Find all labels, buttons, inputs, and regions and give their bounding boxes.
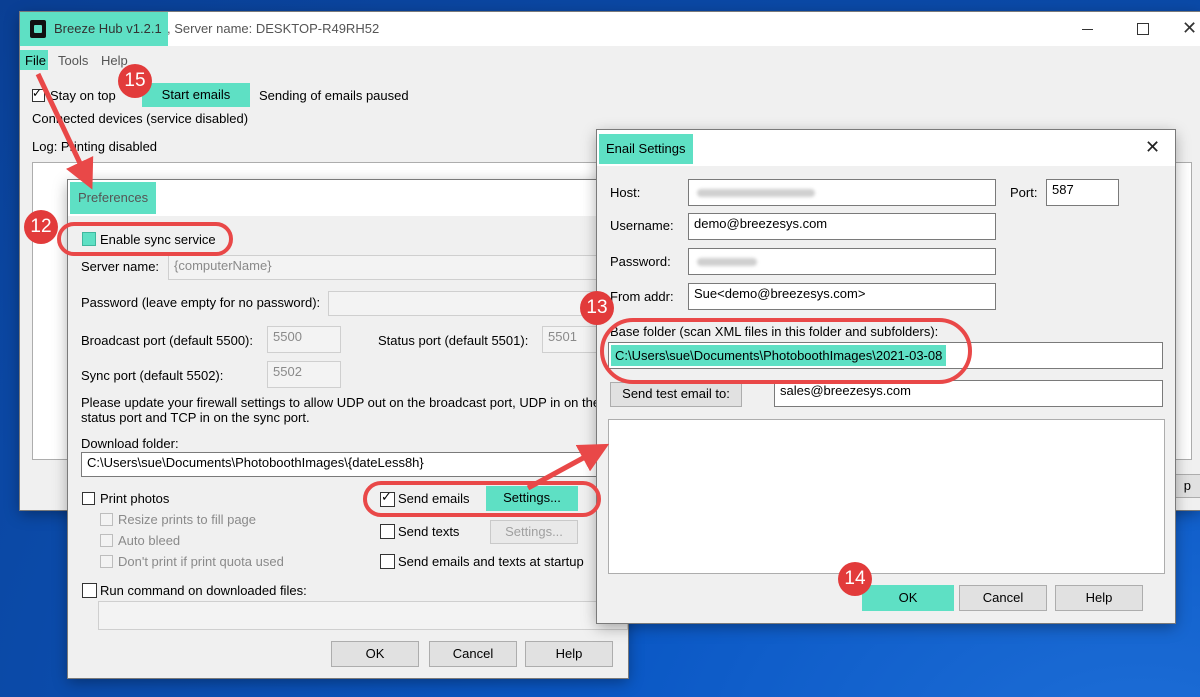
badge-14: 14: [838, 562, 872, 596]
annotation-oval-send-emails: [363, 481, 601, 517]
annotation-oval-enable-sync: [57, 222, 233, 256]
arrow-file-to-preferences: [35, 72, 94, 190]
badge-13: 13: [580, 291, 614, 325]
badge-15: 15: [118, 64, 152, 98]
annotation-oval-base-folder: [600, 318, 972, 384]
badge-12: 12: [24, 210, 58, 244]
